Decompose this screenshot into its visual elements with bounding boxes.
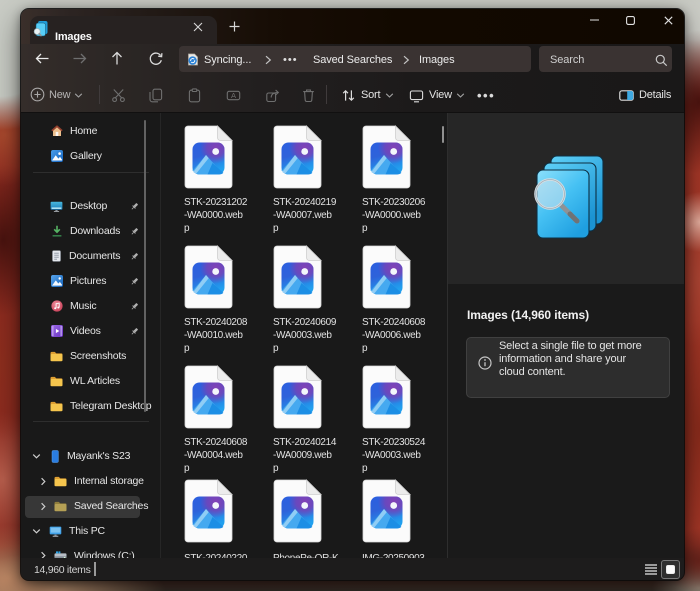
svg-text:A: A [231, 90, 236, 99]
